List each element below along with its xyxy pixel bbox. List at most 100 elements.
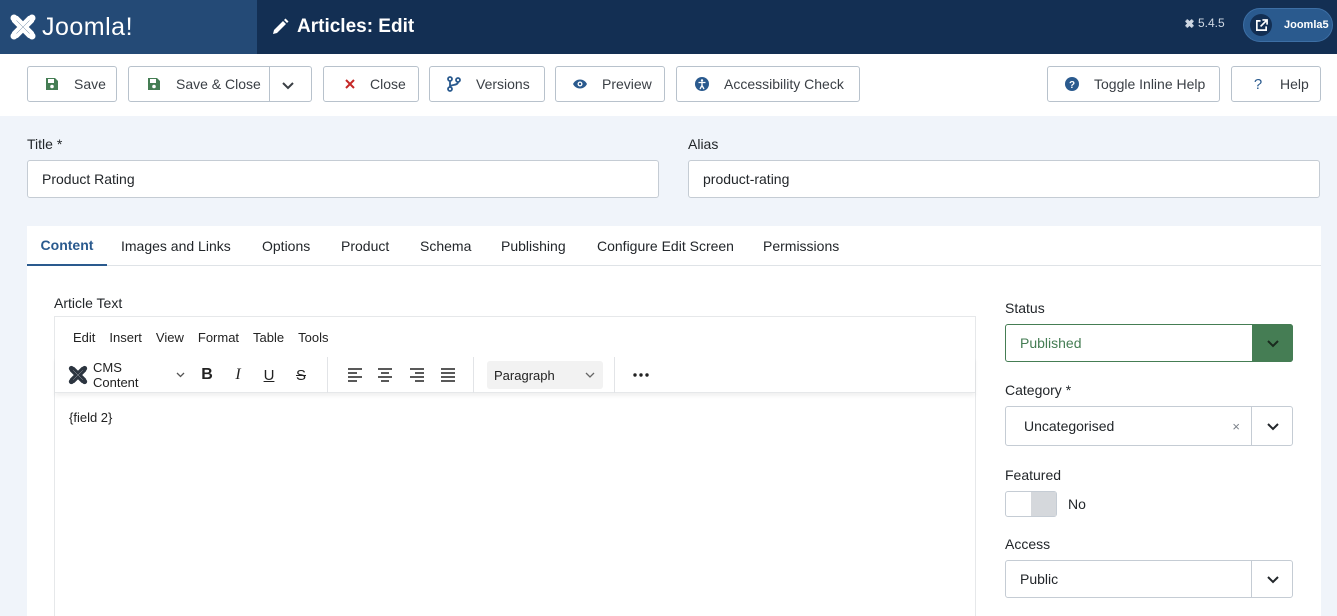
tab-configure-edit-screen[interactable]: Configure Edit Screen: [597, 226, 734, 266]
versions-button[interactable]: Versions: [429, 66, 545, 102]
clear-icon[interactable]: ×: [1232, 419, 1240, 434]
toolbar-divider: [327, 357, 328, 393]
split-divider: [269, 67, 270, 101]
svg-text:?: ?: [1069, 80, 1075, 91]
versions-label: Versions: [476, 76, 530, 92]
joomla-icon: [68, 365, 88, 385]
align-justify-icon: [441, 368, 455, 382]
article-text-label: Article Text: [54, 295, 123, 311]
tab-bar: Content Images and Links Options Product…: [27, 226, 1321, 266]
featured-value: No: [1068, 496, 1086, 512]
save-label: Save: [74, 76, 106, 92]
editor-menubar: Edit Insert View Format Table Tools: [55, 317, 975, 357]
title-input[interactable]: [27, 160, 659, 198]
accessibility-icon: [694, 76, 710, 92]
site-link-button[interactable]: Joomla5: [1243, 8, 1333, 42]
save-close-button[interactable]: Save & Close: [128, 66, 312, 102]
block-format-select[interactable]: Paragraph: [487, 361, 603, 389]
joomla-logo[interactable]: Joomla!: [0, 0, 257, 54]
save-button[interactable]: Save: [27, 66, 117, 102]
align-right-button[interactable]: [405, 363, 429, 387]
cms-content-label: CMS Content: [92, 360, 139, 390]
alias-label: Alias: [688, 136, 719, 152]
menu-table[interactable]: Table: [253, 330, 284, 345]
access-select[interactable]: Public: [1005, 560, 1293, 598]
editor-paragraph: {field 2}: [69, 410, 113, 425]
menu-tools[interactable]: Tools: [298, 330, 328, 345]
italic-button[interactable]: I: [226, 363, 250, 387]
preview-label: Preview: [602, 76, 652, 92]
editor-content-area[interactable]: {field 2}: [55, 394, 975, 616]
help-button[interactable]: ? Help: [1231, 66, 1321, 102]
pencil-icon: [273, 18, 289, 34]
chevron-down-icon: [1252, 324, 1293, 362]
category-value: Uncategorised: [1024, 418, 1115, 434]
align-center-icon: [378, 368, 392, 382]
underline-button[interactable]: U: [257, 363, 281, 387]
more-options-button[interactable]: [629, 363, 653, 387]
close-icon: [342, 76, 358, 92]
toggle-inline-help-button[interactable]: ? Toggle Inline Help: [1047, 66, 1220, 102]
editor-toolbar: CMS Content B I U S Paragraph: [55, 357, 975, 393]
title-label: Title *: [27, 136, 63, 152]
align-left-button[interactable]: [343, 363, 367, 387]
tab-publishing[interactable]: Publishing: [501, 226, 566, 266]
menu-view[interactable]: View: [156, 330, 184, 345]
justify-button[interactable]: [436, 363, 460, 387]
bold-button[interactable]: B: [195, 363, 219, 387]
featured-toggle[interactable]: [1005, 491, 1057, 517]
menu-insert[interactable]: Insert: [109, 330, 142, 345]
menu-edit[interactable]: Edit: [73, 330, 95, 345]
accessibility-check-button[interactable]: Accessibility Check: [676, 66, 860, 102]
top-header: Joomla! Articles: Edit 5.4.5 Joomla5: [0, 0, 1337, 54]
article-edit-panel: Content Images and Links Options Product…: [27, 226, 1321, 616]
strikethrough-button[interactable]: S: [289, 363, 313, 387]
toolbar-divider: [473, 357, 474, 393]
toggle-knob: [1031, 492, 1056, 516]
status-select[interactable]: Published: [1005, 324, 1293, 362]
external-link-icon: [1250, 14, 1272, 36]
chevron-down-icon[interactable]: [281, 78, 295, 94]
strikethrough-icon: S: [295, 366, 306, 384]
align-right-icon: [410, 368, 424, 382]
preview-button[interactable]: Preview: [555, 66, 665, 102]
tab-schema[interactable]: Schema: [420, 226, 471, 266]
save-icon: [146, 76, 162, 92]
alias-input[interactable]: [688, 160, 1320, 198]
site-name: Joomla5: [1284, 19, 1329, 31]
access-value: Public: [1020, 571, 1059, 587]
bold-icon: B: [201, 366, 213, 383]
chevron-down-icon: [1266, 561, 1280, 597]
page-title: Articles: Edit: [297, 16, 415, 37]
more-dots-icon: [633, 373, 649, 377]
block-format-value: Paragraph: [494, 367, 555, 383]
close-button[interactable]: Close: [323, 66, 419, 102]
close-label: Close: [370, 76, 406, 92]
tab-permissions[interactable]: Permissions: [763, 226, 839, 266]
code-branch-icon: [446, 76, 462, 92]
category-label: Category *: [1005, 382, 1072, 398]
chevron-down-icon: [1266, 407, 1280, 445]
tab-images-and-links[interactable]: Images and Links: [121, 226, 231, 266]
tab-content[interactable]: Content: [27, 226, 107, 266]
align-left-icon: [348, 368, 362, 382]
question-circle-icon: ?: [1064, 76, 1080, 92]
tab-options[interactable]: Options: [262, 226, 310, 266]
joomla-logo-icon: [10, 14, 36, 40]
joomla-version: 5.4.5: [1184, 16, 1225, 30]
toggle-help-label: Toggle Inline Help: [1094, 76, 1206, 92]
status-label: Status: [1005, 300, 1045, 316]
joomla-small-icon: [1185, 18, 1194, 28]
chevron-down-icon: [176, 372, 185, 378]
logo-text: Joomla!: [42, 12, 134, 41]
italic-icon: I: [235, 366, 241, 383]
access-label: Access: [1005, 536, 1051, 552]
menu-format[interactable]: Format: [198, 330, 239, 345]
category-select[interactable]: Uncategorised ×: [1005, 406, 1293, 446]
select-divider: [1251, 407, 1252, 445]
cms-content-dropdown[interactable]: CMS Content: [67, 360, 185, 390]
rich-text-editor: Edit Insert View Format Table Tools CMS …: [54, 316, 976, 616]
tab-product[interactable]: Product: [341, 226, 389, 266]
align-center-button[interactable]: [373, 363, 397, 387]
featured-label: Featured: [1005, 467, 1062, 483]
